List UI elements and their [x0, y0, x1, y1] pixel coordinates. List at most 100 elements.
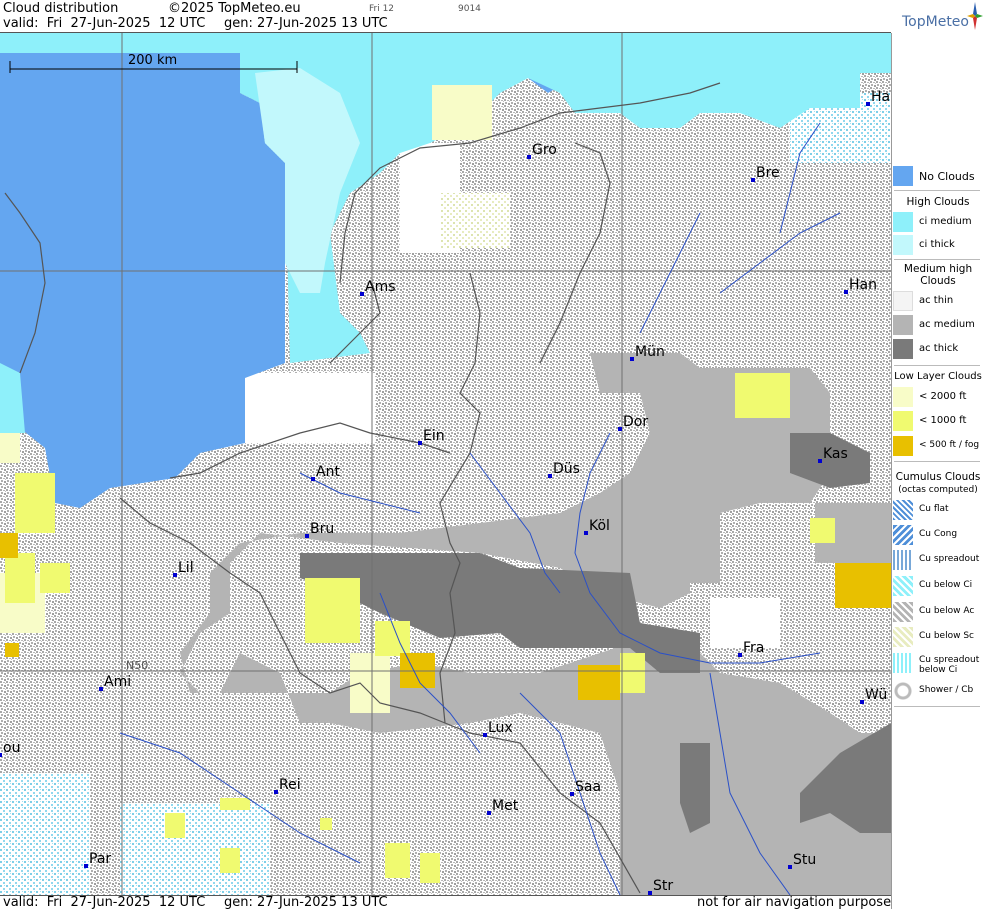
label-ac-thin: ac thin — [919, 295, 954, 306]
label-ci-medium: ci medium — [919, 216, 972, 227]
city-stu: Stu — [788, 852, 816, 869]
city-label: Stu — [793, 852, 816, 868]
topmeteo-logo[interactable]: TopMeteo — [891, 2, 983, 32]
swatch-cu-cong — [893, 525, 913, 545]
city-label: Met — [492, 798, 519, 814]
disclaimer: not for air navigation purposes — [697, 895, 898, 910]
city-dot — [866, 102, 870, 106]
legend-low-heading: Low Layer Clouds — [894, 371, 982, 382]
city-dot — [618, 427, 622, 431]
city-dot — [584, 531, 588, 535]
swatch-ac-medium — [893, 315, 913, 335]
city-label: Bru — [310, 521, 334, 537]
city-dot — [630, 357, 634, 361]
city-label: Han — [849, 277, 877, 293]
label-cu-flat: Cu flat — [919, 504, 949, 514]
city-gro: Gro — [527, 142, 557, 159]
city-label: Dor — [623, 414, 648, 430]
label-cu-spread: Cu spreadout — [919, 554, 980, 564]
city-dot — [860, 700, 864, 704]
legend-divider — [894, 190, 980, 191]
city-dot — [360, 292, 364, 296]
city-dot — [99, 687, 103, 691]
label-ci-thick: ci thick — [919, 239, 955, 250]
label-low-500: < 500 ft / fog — [919, 440, 980, 450]
swatch-ac-thin — [893, 291, 913, 311]
city-label: ou — [3, 740, 20, 756]
city-düs: Düs — [548, 461, 580, 478]
valid-time: valid: Fri 27-Jun-2025 12 UTC — [3, 16, 206, 31]
city-label: Ami — [104, 674, 131, 690]
city-label: Gro — [532, 142, 557, 158]
city-label: Mün — [635, 344, 665, 360]
city-dot — [487, 811, 491, 815]
label-no-clouds: No Clouds — [919, 170, 975, 183]
city-dot — [527, 155, 531, 159]
cloud-map-canvas[interactable]: 200 km N50 Gro Bre Ha Han Ams Mün Dor Ein Kas Ant… — [0, 33, 891, 895]
city-label: Ha — [871, 89, 890, 105]
swatch-low-500 — [893, 436, 913, 456]
footer-generated-time: gen: 27-Jun-2025 13 UTC — [224, 895, 388, 910]
city-label: Par — [89, 851, 111, 867]
city-ou: ou — [0, 740, 20, 757]
city-label: Fra — [743, 640, 764, 656]
legend-medium-heading-1: Medium high — [903, 263, 973, 275]
scale-label: 200 km — [128, 53, 177, 68]
swatch-low-1000 — [893, 411, 913, 431]
city-dot — [418, 441, 422, 445]
legend-panel: No Clouds High Clouds ci medium ci thick… — [891, 33, 983, 909]
city-label: Saa — [575, 779, 601, 795]
label-cu-spread-below-ci-2: below Ci — [919, 665, 958, 675]
map-header: Cloud distribution ©2025 TopMeteo.eu val… — [0, 0, 891, 33]
swatch-cu-spread-below-ci — [893, 653, 913, 673]
map-footer: valid: Fri 27-Jun-2025 12 UTC gen: 27-Ju… — [0, 895, 898, 910]
label-low-1000: < 1000 ft — [919, 415, 967, 426]
city-ami: Ami — [99, 674, 131, 691]
cloud-map[interactable]: 200 km N50 Gro Bre Ha Han Ams Mün Dor Ein Kas Ant… — [0, 33, 891, 895]
header-tag-code: 9014 — [458, 4, 481, 14]
label-cu-below-ac: Cu below Ac — [919, 606, 975, 616]
city-dot — [818, 459, 822, 463]
label-low-2000: < 2000 ft — [919, 391, 967, 402]
copyright: ©2025 TopMeteo.eu — [168, 1, 301, 16]
city-bre: Bre — [751, 165, 780, 182]
city-label: Wü — [865, 687, 887, 703]
city-dot — [483, 733, 487, 737]
city-label: Lux — [488, 720, 513, 736]
swatch-cu-spread — [893, 550, 913, 570]
legend-cu-heading-1: Cumulus Clouds — [895, 471, 981, 483]
city-par: Par — [84, 851, 111, 868]
city-ams: Ams — [360, 279, 396, 296]
swatch-cu-below-sc — [893, 627, 913, 647]
city-dot — [548, 474, 552, 478]
header-tag-time: Fri 12 — [369, 4, 395, 14]
city-dot — [738, 653, 742, 657]
city-label: Ams — [365, 279, 396, 295]
city-label: Düs — [553, 461, 580, 477]
city-kas: Kas — [818, 446, 848, 463]
label-cu-below-sc: Cu below Sc — [919, 631, 974, 641]
swatch-no-clouds — [893, 166, 913, 186]
legend-divider — [894, 365, 980, 366]
label-ac-thick: ac thick — [919, 343, 959, 354]
city-label: Bre — [756, 165, 780, 181]
swatch-cu-flat — [893, 500, 913, 520]
swatch-ac-thick — [893, 339, 913, 359]
city-dot — [84, 864, 88, 868]
legend-divider — [894, 259, 980, 260]
swatch-ci-thick — [893, 235, 913, 255]
city-lux: Lux — [483, 720, 513, 737]
city-saa: Saa — [570, 779, 601, 796]
logo-text: TopMeteo — [902, 14, 969, 30]
city-label: Ein — [423, 428, 445, 444]
legend-high-heading: High Clouds — [906, 196, 970, 208]
city-mün: Mün — [630, 344, 665, 361]
city-wü: Wü — [860, 687, 887, 704]
city-dor: Dor — [618, 414, 648, 431]
swatch-cu-below-ac — [893, 602, 913, 622]
legend-medium-heading-2: Clouds — [920, 275, 956, 287]
swatch-shower — [893, 681, 913, 701]
compass-star-icon — [967, 2, 983, 30]
footer-valid-time: valid: Fri 27-Jun-2025 12 UTC — [3, 895, 206, 910]
city-dot — [274, 790, 278, 794]
